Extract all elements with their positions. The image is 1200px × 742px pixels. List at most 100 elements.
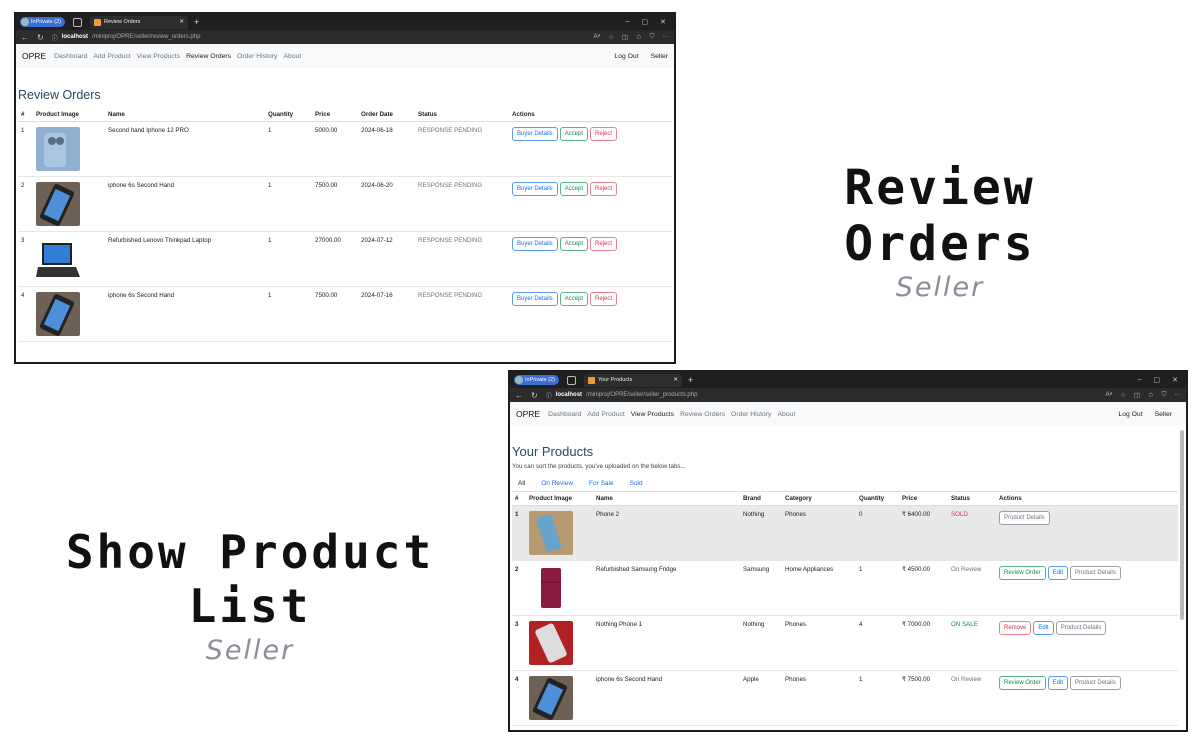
- edit-button[interactable]: Edit: [1033, 621, 1054, 635]
- accept-button[interactable]: Accept: [559, 182, 589, 196]
- accept-button[interactable]: Accept: [559, 237, 589, 251]
- caption-review-orders: Review Orders Seller: [740, 160, 1140, 303]
- brand-logo[interactable]: OPRE: [516, 409, 540, 419]
- buyer-details-button[interactable]: Buyer Details: [512, 127, 558, 141]
- remove-button[interactable]: Remove: [999, 621, 1032, 635]
- price: ₹ 7500.00: [899, 670, 948, 726]
- quantity: 1: [265, 231, 312, 287]
- favorites-icon[interactable]: ✩: [1148, 391, 1153, 399]
- reject-button[interactable]: Reject: [590, 127, 618, 141]
- product-details-button[interactable]: Product Details: [1070, 566, 1121, 580]
- tab-all[interactable]: All: [518, 480, 525, 487]
- product-image: [526, 670, 593, 726]
- brand: Samsung: [740, 560, 782, 616]
- product-details-button[interactable]: Product Details: [999, 511, 1050, 525]
- logout-link[interactable]: Log Out: [614, 53, 638, 60]
- nav-view-products[interactable]: View Products: [137, 53, 180, 60]
- read-aloud-icon[interactable]: Aᵃ: [1105, 391, 1112, 399]
- nav-about[interactable]: About: [283, 53, 301, 60]
- product-name: Refurbished Samsung Fridge: [593, 560, 740, 616]
- review-order-button[interactable]: Review Order: [999, 676, 1046, 690]
- reject-button[interactable]: Reject: [590, 182, 618, 196]
- edit-button[interactable]: Edit: [1047, 676, 1069, 690]
- minimize-icon[interactable]: –: [1138, 376, 1142, 384]
- refresh-icon[interactable]: ↻: [531, 391, 538, 400]
- nav-order-history[interactable]: Order History: [237, 53, 277, 60]
- accept-button[interactable]: Accept: [559, 292, 589, 306]
- new-tab-icon[interactable]: +: [194, 17, 199, 27]
- status-badge: RESPONSE PENDING: [415, 176, 509, 232]
- split-screen-icon[interactable]: ◫: [1134, 391, 1140, 399]
- quantity: 1: [265, 176, 312, 232]
- scrollbar[interactable]: [1180, 430, 1184, 620]
- back-icon[interactable]: ←: [21, 33, 29, 42]
- close-tab-icon[interactable]: ✕: [179, 19, 184, 25]
- shield-icon[interactable]: ⛉: [1162, 391, 1167, 399]
- refresh-icon[interactable]: ↻: [37, 33, 44, 42]
- back-icon[interactable]: ←: [515, 391, 523, 400]
- browser-tab[interactable]: Your Products ✕: [583, 373, 682, 387]
- reject-button[interactable]: Reject: [590, 292, 618, 306]
- reject-button[interactable]: Reject: [590, 237, 618, 251]
- tab-for-sale[interactable]: For Sale: [589, 480, 614, 487]
- close-window-icon[interactable]: ✕: [1172, 376, 1178, 384]
- favorite-star-icon[interactable]: ☆: [1120, 391, 1126, 399]
- title-bar: InPrivate (2) Review Orders ✕ + – ▢ ✕: [16, 14, 674, 30]
- nav-dashboard[interactable]: Dashboard: [548, 411, 581, 418]
- product-details-button[interactable]: Product Details: [1055, 621, 1107, 635]
- tab-on-review[interactable]: On Review: [541, 480, 573, 487]
- more-menu-icon[interactable]: ···: [663, 33, 670, 41]
- url-field[interactable]: ⓘ localhost/miniproj/OPRE/seller/review_o…: [52, 33, 586, 42]
- new-tab-icon[interactable]: +: [688, 375, 693, 385]
- col-header: Actions: [509, 108, 672, 122]
- product-image: [33, 286, 105, 342]
- price: 27000.00: [312, 231, 358, 287]
- status-badge: RESPONSE PENDING: [415, 231, 509, 287]
- accept-button[interactable]: Accept: [559, 127, 589, 141]
- product-details-button[interactable]: Product Details: [1070, 676, 1121, 690]
- tab-sold[interactable]: Sold: [630, 480, 643, 487]
- nav-review-orders[interactable]: Review Orders: [680, 411, 725, 418]
- minimize-icon[interactable]: –: [626, 18, 630, 26]
- buyer-details-button[interactable]: Buyer Details: [512, 182, 558, 196]
- nav-review-orders[interactable]: Review Orders: [186, 53, 231, 60]
- status-badge: SOLD: [948, 505, 996, 561]
- brand-logo[interactable]: OPRE: [22, 51, 46, 61]
- buyer-details-button[interactable]: Buyer Details: [512, 237, 558, 251]
- split-screen-icon[interactable]: ◫: [622, 33, 628, 41]
- category: Phones: [782, 670, 856, 726]
- table-row: 1 Second hand Iphone 12 PRO 1 5000.00 20…: [18, 121, 672, 177]
- col-header: #: [18, 108, 33, 122]
- favorite-star-icon[interactable]: ☆: [608, 33, 614, 41]
- review-order-button[interactable]: Review Order: [999, 566, 1046, 580]
- nav-add-product[interactable]: Add Product: [93, 53, 130, 60]
- edit-button[interactable]: Edit: [1047, 566, 1069, 580]
- col-header: Category: [782, 492, 856, 506]
- profile-button[interactable]: InPrivate (2): [514, 375, 559, 385]
- tab-actions-icon[interactable]: [566, 375, 576, 385]
- favorites-icon[interactable]: ✩: [636, 33, 641, 41]
- shield-icon[interactable]: ⛉: [650, 33, 655, 41]
- nav-add-product[interactable]: Add Product: [587, 411, 624, 418]
- quantity: 0: [856, 505, 899, 561]
- product-name: iphone 6s Second Hand: [105, 286, 265, 342]
- nav-order-history[interactable]: Order History: [731, 411, 771, 418]
- table-row: 4 iphone 6s Second Hand 1 7500.00 2024-0…: [18, 286, 672, 342]
- close-window-icon[interactable]: ✕: [660, 18, 666, 26]
- nav-view-products[interactable]: View Products: [631, 411, 674, 418]
- url-field[interactable]: ⓘ localhost/miniproj/OPRE/seller/seller_p…: [546, 391, 1098, 400]
- buyer-details-button[interactable]: Buyer Details: [512, 292, 558, 306]
- close-tab-icon[interactable]: ✕: [673, 377, 678, 383]
- logout-link[interactable]: Log Out: [1118, 411, 1142, 418]
- favicon-icon: [93, 18, 101, 26]
- tab-actions-icon[interactable]: [72, 17, 82, 27]
- maximize-icon[interactable]: ▢: [642, 18, 649, 26]
- nav-dashboard[interactable]: Dashboard: [54, 53, 87, 60]
- more-menu-icon[interactable]: ···: [1175, 391, 1182, 399]
- browser-tab[interactable]: Review Orders ✕: [89, 15, 188, 29]
- maximize-icon[interactable]: ▢: [1154, 376, 1161, 384]
- read-aloud-icon[interactable]: Aᵃ: [593, 33, 600, 41]
- col-header: Status: [948, 492, 996, 506]
- nav-about[interactable]: About: [777, 411, 795, 418]
- profile-button[interactable]: InPrivate (2): [20, 17, 65, 27]
